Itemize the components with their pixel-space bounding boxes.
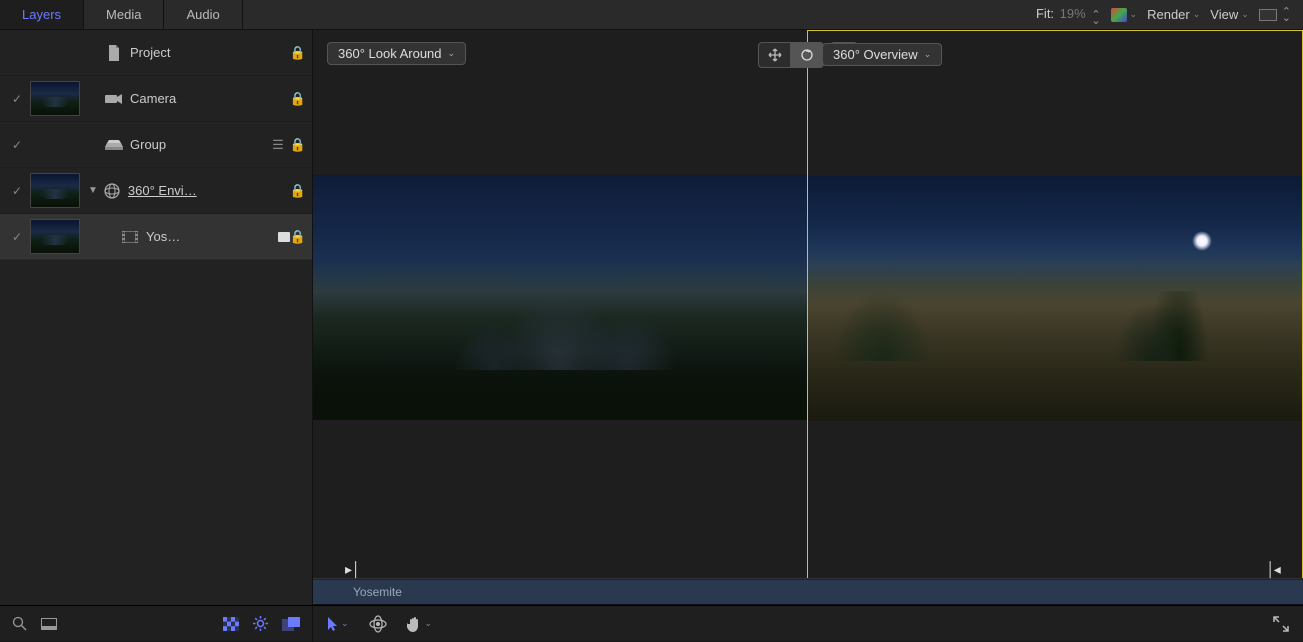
lock-icon[interactable]: 🔒: [290, 91, 306, 107]
3d-transform-tool[interactable]: [369, 615, 387, 633]
select-tool[interactable]: ⌄: [327, 616, 349, 632]
aspect-menu[interactable]: ⌃⌄: [1259, 9, 1291, 21]
stack-icon: ☰: [272, 137, 284, 153]
layer-label: Project: [130, 45, 290, 60]
layer-label: Yos…: [146, 229, 274, 244]
chevron-down-icon: ⌄: [425, 618, 433, 629]
viewer-camera-menu-left[interactable]: 360° Look Around ⌄: [327, 42, 466, 65]
render-menu[interactable]: Render ⌄: [1147, 7, 1200, 22]
chevron-down-icon: ⌄: [1193, 9, 1201, 20]
tab-audio[interactable]: Audio: [164, 0, 242, 29]
clip-icon: [120, 231, 140, 243]
layer-label: 360° Envi…: [128, 183, 290, 198]
pan-tool-button[interactable]: [759, 43, 791, 67]
group-icon: [104, 140, 124, 150]
orbit-tool-button[interactable]: [791, 43, 823, 67]
layer-row-360env[interactable]: ✓ ▼ 360° Envi… 🔒: [0, 168, 312, 214]
layer-label: Group: [130, 137, 272, 152]
playhead-in-icon[interactable]: ▸│: [345, 561, 361, 578]
layer-thumbnail: [30, 219, 80, 254]
layers-panel: Project 🔒 ✓ Camera 🔒 ✓ Group: [0, 30, 313, 605]
layer-row-project[interactable]: Project 🔒: [0, 30, 312, 76]
stepper-icon: ⌃⌄: [1091, 12, 1100, 24]
color-channel-menu[interactable]: ⌄: [1111, 8, 1138, 22]
chevron-down-icon: ⌄: [1130, 9, 1138, 20]
panel-tabs: Layers Media Audio: [0, 0, 243, 29]
layer-label: Camera: [130, 91, 290, 106]
project-icon: [104, 45, 124, 61]
search-icon[interactable]: [12, 616, 27, 631]
stepper-icon: ⌃⌄: [1282, 9, 1291, 21]
chevron-down-icon: ⌄: [1241, 9, 1249, 20]
canvas-area: 360° Look Around ⌄: [313, 30, 1303, 605]
playhead-out-icon[interactable]: ▸│: [1265, 561, 1281, 578]
lock-icon[interactable]: 🔒: [290, 137, 306, 153]
mask-icon[interactable]: [282, 617, 300, 631]
lock-icon[interactable]: 🔒: [290, 45, 306, 61]
fit-label: Fit:: [1036, 6, 1054, 21]
lock-icon[interactable]: 🔒: [290, 229, 306, 245]
gear-icon[interactable]: [253, 616, 268, 631]
preview-image-right: [808, 176, 1302, 421]
panel-layout-icon[interactable]: [41, 618, 57, 630]
chevron-down-icon: ⌄: [924, 49, 932, 60]
viewer-right[interactable]: 360° Overview ⌄: [807, 30, 1303, 605]
viewer-camera-menu-right[interactable]: 360° Overview ⌄: [822, 43, 942, 66]
timeline-clip-label: Yosemite: [353, 585, 402, 599]
360-environment-icon: [102, 183, 122, 199]
timeline-ruler[interactable]: ▸│ ▸│: [313, 563, 1303, 579]
hand-tool[interactable]: ⌄: [407, 615, 433, 633]
chevron-down-icon: ⌄: [341, 618, 349, 629]
expand-icon[interactable]: [1273, 616, 1289, 632]
rect-icon: [1259, 9, 1277, 21]
layer-row-camera[interactable]: ✓ Camera 🔒: [0, 76, 312, 122]
tab-layers[interactable]: Layers: [0, 0, 84, 29]
view-menu[interactable]: View ⌄: [1210, 7, 1249, 22]
enable-checkbox[interactable]: ✓: [8, 230, 26, 244]
disclosure-triangle-icon[interactable]: ▼: [88, 185, 98, 196]
fit-value: 19%: [1060, 6, 1086, 21]
viewer-left[interactable]: 360° Look Around ⌄: [313, 30, 807, 605]
layer-thumbnail: [30, 173, 80, 208]
camera-icon: [104, 93, 124, 105]
layer-thumbnail: [30, 81, 80, 116]
chevron-down-icon: ⌄: [448, 48, 456, 59]
timeline-clip[interactable]: Yosemite: [313, 579, 1303, 605]
enable-checkbox[interactable]: ✓: [8, 184, 26, 198]
fit-control[interactable]: Fit: 19% ⌃⌄: [1036, 6, 1101, 24]
color-swatch-icon: [1111, 8, 1127, 22]
tab-media[interactable]: Media: [84, 0, 164, 29]
layer-row-group[interactable]: ✓ Group ☰ 🔒: [0, 122, 312, 168]
layer-row-clip[interactable]: ✓ Yos… 🔒: [0, 214, 312, 260]
badge-icon: [278, 232, 290, 242]
lock-icon[interactable]: 🔒: [290, 183, 306, 199]
checker-icon[interactable]: [223, 617, 239, 631]
enable-checkbox[interactable]: ✓: [8, 92, 26, 106]
preview-image-left: [313, 175, 807, 420]
enable-checkbox[interactable]: ✓: [8, 138, 26, 152]
